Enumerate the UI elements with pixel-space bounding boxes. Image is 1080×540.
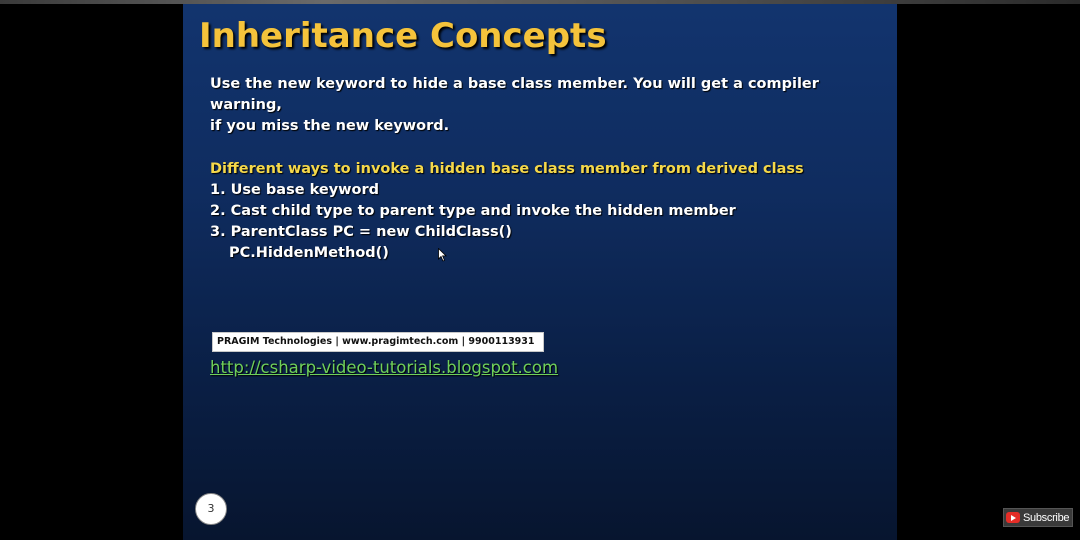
pragim-banner: PRAGIM Technologies | www.pragimtech.com… xyxy=(212,332,544,352)
intro-line-1: Use the new keyword to hide a base class… xyxy=(210,76,819,113)
slide-title: Inheritance Concepts xyxy=(199,16,607,56)
slide-page-number: 3 xyxy=(195,493,227,525)
subheading: Different ways to invoke a hidden base c… xyxy=(210,161,804,177)
steps-list: 1. Use base keyword 2. Cast child type t… xyxy=(210,180,880,264)
step-item: 3. ParentClass PC = new ChildClass() xyxy=(210,224,512,240)
step-item: 1. Use base keyword xyxy=(210,182,380,198)
slide-body: Use the new keyword to hide a base class… xyxy=(210,74,880,264)
step-item-continuation: PC.HiddenMethod() xyxy=(229,245,389,261)
subscribe-label: Subscribe xyxy=(1023,511,1070,524)
subscribe-button[interactable]: Subscribe xyxy=(1003,508,1074,527)
mouse-cursor-icon xyxy=(438,248,447,262)
youtube-icon xyxy=(1006,512,1020,523)
presentation-slide: Inheritance Concepts Use the new keyword… xyxy=(183,4,897,540)
intro-line-2: if you miss the new keyword. xyxy=(210,118,450,134)
blog-link[interactable]: http://csharp-video-tutorials.blogspot.c… xyxy=(210,358,558,377)
step-item: 2. Cast child type to parent type and in… xyxy=(210,203,736,219)
